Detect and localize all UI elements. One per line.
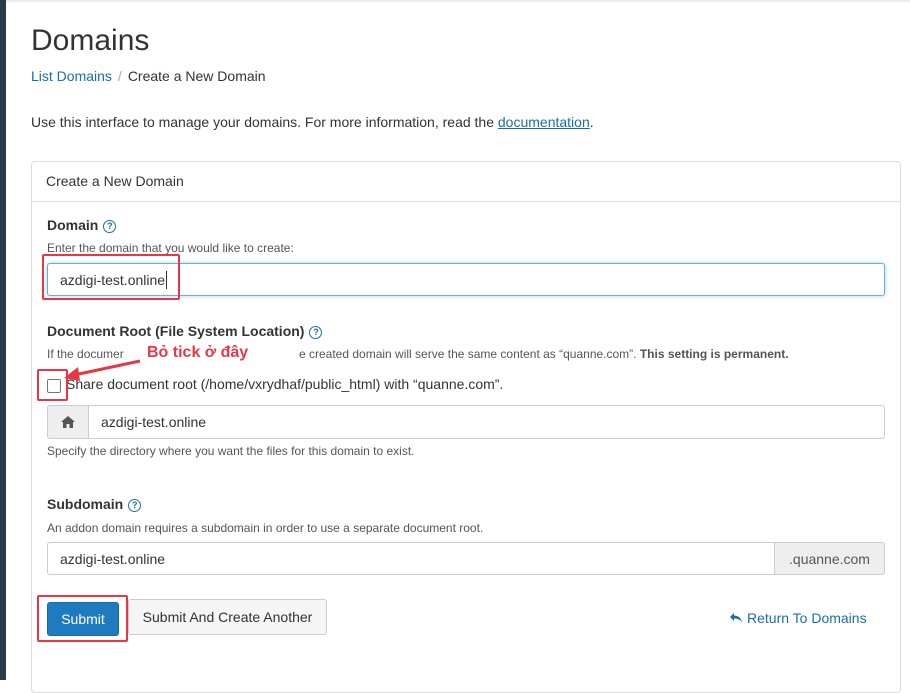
submit-button[interactable]: Submit — [47, 602, 119, 636]
question-circle-icon[interactable]: ? — [309, 326, 323, 339]
domain-label: Domain? — [47, 217, 117, 233]
text-caret — [166, 270, 168, 289]
reply-arrow-icon — [730, 613, 742, 623]
document-root-help-end: e created domain will serve the same con… — [299, 347, 789, 361]
domain-help: Enter the domain that you would like to … — [47, 241, 294, 255]
intro-prefix: Use this interface to manage your domain… — [31, 114, 498, 130]
domain-input-value: azdigi-test.online — [60, 271, 166, 288]
document-root-input-value: azdigi-test.online — [101, 414, 207, 430]
document-root-help-end-text: e created domain will serve the same con… — [299, 347, 640, 361]
document-root-permanent-note: This setting is permanent. — [639, 347, 789, 361]
sidebar-edge — [0, 0, 6, 680]
return-to-domains-link[interactable]: Return To Domains — [729, 610, 867, 626]
documentation-link[interactable]: documentation — [498, 114, 590, 130]
question-circle-icon[interactable]: ? — [128, 499, 142, 512]
document-root-label: Document Root (File System Location)? — [47, 323, 323, 339]
domain-input[interactable]: azdigi-test.online — [47, 263, 885, 296]
page-title: Domains — [31, 24, 150, 57]
submit-and-create-another-button[interactable]: Submit And Create Another — [128, 599, 327, 635]
annotation-arrow-icon — [64, 359, 141, 381]
subdomain-label-text: Subdomain — [47, 496, 124, 512]
annotation-label: Bỏ tick ở đây — [143, 343, 253, 363]
breadcrumb-current: Create a New Domain — [127, 68, 266, 84]
domain-label-text: Domain — [47, 217, 99, 233]
share-document-root-checkbox[interactable] — [47, 379, 61, 393]
document-root-input[interactable]: azdigi-test.online — [88, 405, 885, 439]
breadcrumb: List Domains / Create a New Domain — [31, 68, 266, 84]
subdomain-suffix: .quanne.com — [774, 542, 885, 575]
top-bar-shadow — [6, 0, 910, 3]
home-addon — [47, 405, 89, 439]
panel-heading: Create a New Domain — [32, 162, 900, 202]
create-domain-panel: Create a New Domain Domain? Enter the do… — [31, 161, 901, 693]
intro-suffix: . — [589, 114, 594, 130]
document-root-label-text: Document Root (File System Location) — [47, 323, 305, 339]
intro-text: Use this interface to manage your domain… — [31, 114, 594, 130]
subdomain-input[interactable]: azdigi-test.online — [47, 542, 775, 575]
return-to-domains-label[interactable]: Return To Domains — [747, 610, 867, 626]
subdomain-input-value: azdigi-test.online — [60, 550, 166, 567]
document-root-hint: Specify the directory where you want the… — [47, 444, 415, 458]
breadcrumb-separator: / — [117, 68, 122, 84]
breadcrumb-link-list-domains[interactable]: List Domains — [31, 68, 112, 84]
subdomain-help: An addon domain requires a subdomain in … — [47, 521, 484, 535]
home-icon — [61, 416, 75, 428]
question-circle-icon[interactable]: ? — [103, 220, 117, 233]
subdomain-label: Subdomain? — [47, 496, 142, 512]
